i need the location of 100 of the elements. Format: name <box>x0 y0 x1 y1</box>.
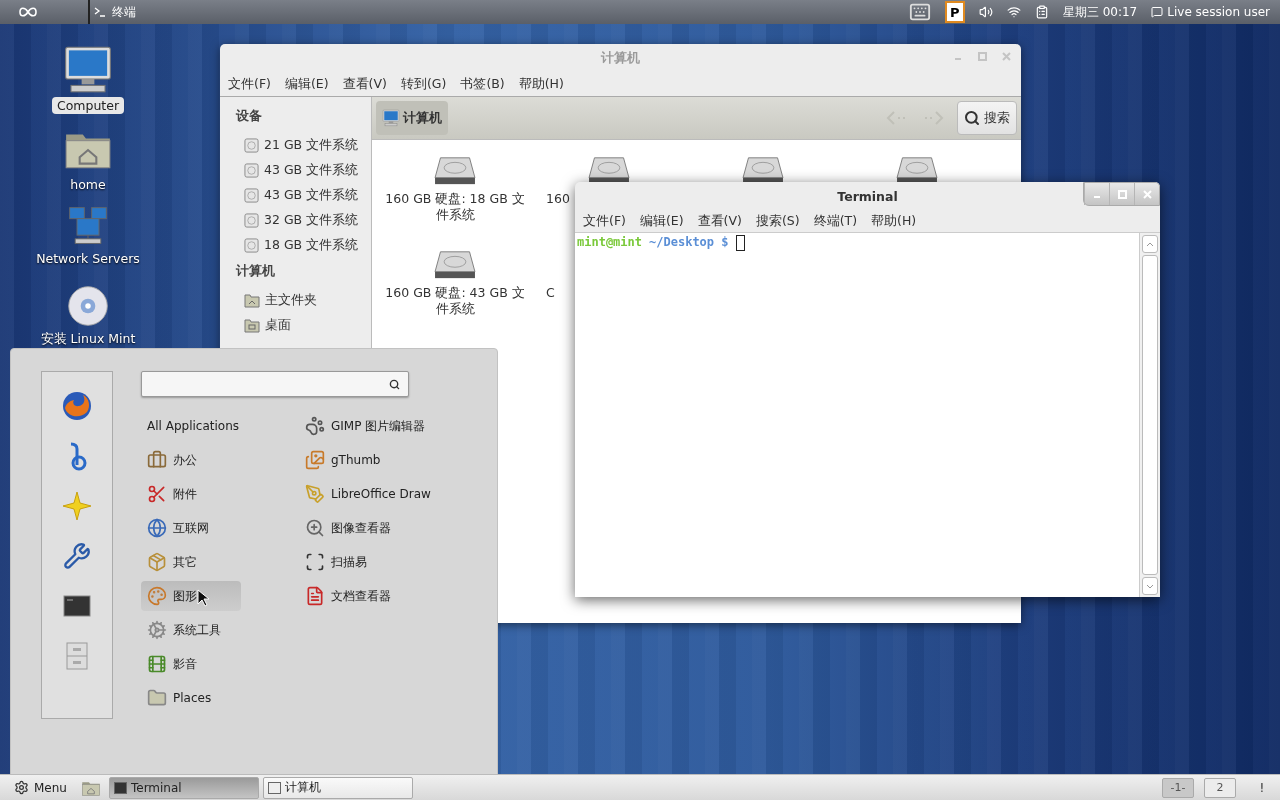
sidebar-item[interactable]: 主文件夹 <box>236 288 371 313</box>
maximize-icon <box>1117 189 1127 199</box>
drive-label[interactable]: 160 <box>546 191 570 208</box>
notification-indicator[interactable]: ! <box>1250 780 1274 795</box>
workspace-button[interactable]: -1- <box>1162 777 1194 798</box>
sidebar-item[interactable]: 43 GB 文件系统 <box>236 158 371 183</box>
category-item[interactable]: 办公 <box>141 445 241 475</box>
drive-icon <box>244 163 259 178</box>
window-icon <box>113 781 127 794</box>
desktop-icon-label[interactable]: Computer <box>51 97 125 114</box>
menu-item[interactable]: 文件(F) <box>222 73 277 95</box>
globe-fox-icon <box>61 390 93 422</box>
app-item[interactable]: 图像查看器 <box>305 513 431 543</box>
category-item[interactable]: 影音 <box>141 649 241 679</box>
scanner-icon <box>305 552 325 572</box>
wifi-icon[interactable] <box>1006 5 1021 19</box>
gear-icon <box>14 780 29 795</box>
close-icon <box>1001 51 1011 61</box>
indicator-badge[interactable]: P <box>944 1 965 23</box>
sidebar-item-label: 32 GB 文件系统 <box>264 212 359 229</box>
disc-icon <box>66 284 110 328</box>
hard-drive-icon <box>433 156 477 186</box>
window-title: Terminal <box>837 188 898 204</box>
close-icon <box>1142 189 1152 199</box>
menu-item[interactable]: 编辑(E) <box>633 210 690 232</box>
window-icon <box>267 781 281 794</box>
desktop-icon-label[interactable]: Network Servers <box>31 250 145 267</box>
menu-item[interactable]: 搜索(S) <box>749 210 806 232</box>
paw-icon <box>305 416 325 436</box>
drive-label[interactable]: C <box>546 285 555 301</box>
infinity-logo-icon[interactable] <box>18 6 38 18</box>
globe-icon <box>147 518 167 538</box>
clipboard-icon[interactable] <box>1034 5 1049 19</box>
sidebar-heading: 设备 <box>236 106 263 125</box>
category-item[interactable]: All Applications <box>141 411 241 441</box>
drive-icon <box>244 138 259 153</box>
app-item[interactable]: gThumb <box>305 445 431 475</box>
menu-item[interactable]: 书签(B) <box>454 73 511 95</box>
menu-button[interactable]: Menu <box>14 780 73 795</box>
palette-icon <box>147 586 167 606</box>
sidebar-item[interactable]: 18 GB 文件系统 <box>236 233 371 258</box>
user-name[interactable]: Live session user <box>1167 5 1270 19</box>
taskbar-task[interactable]: 计算机 <box>262 776 413 799</box>
menu-item[interactable]: 编辑(E) <box>278 73 335 95</box>
sidebar-item-label: 43 GB 文件系统 <box>264 187 359 204</box>
chat-icon <box>1151 6 1164 18</box>
workspace-button[interactable]: 2 <box>1204 777 1236 798</box>
window-title: 计算机 <box>601 49 640 67</box>
app-item[interactable]: LibreOffice Draw <box>305 479 431 509</box>
menu-item[interactable]: 查看(V) <box>691 210 748 232</box>
text-cursor <box>735 235 745 251</box>
briefcase-icon <box>147 450 167 470</box>
scissors-icon <box>147 484 167 504</box>
category-item[interactable]: 其它 <box>141 547 241 577</box>
terminal-icon <box>63 595 91 617</box>
panel-task-button[interactable]: 终端 <box>88 0 140 24</box>
menu-item[interactable]: 转到(G) <box>394 73 453 95</box>
taskbar-task[interactable]: Terminal <box>108 776 259 799</box>
app-item[interactable]: 文档查看器 <box>305 581 431 611</box>
sidebar-item[interactable]: 21 GB 文件系统 <box>236 133 371 158</box>
category-item[interactable]: 附件 <box>141 479 241 509</box>
package-icon <box>147 552 167 572</box>
sidebar-item[interactable]: 43 GB 文件系统 <box>236 183 371 208</box>
menu-item[interactable]: 终端(T) <box>807 210 863 232</box>
desktop-icon-label[interactable]: 安装 Linux Mint <box>35 330 141 349</box>
category-item[interactable]: Places <box>141 683 241 713</box>
category-item[interactable]: 互联网 <box>141 513 241 543</box>
category-item[interactable]: 图形 <box>141 581 241 611</box>
scrollbar[interactable] <box>1139 233 1160 597</box>
chevron-down-icon <box>1146 583 1154 589</box>
search-field[interactable] <box>141 371 409 397</box>
menu-item[interactable]: 帮助(H) <box>865 210 923 232</box>
drive-icon <box>244 188 259 203</box>
drive-icon <box>244 238 259 253</box>
prompt-path: ~/Desktop $ <box>649 235 729 249</box>
sidebar-item[interactable]: 桌面 <box>236 313 371 338</box>
app-item[interactable]: GIMP 图片编辑器 <box>305 411 431 441</box>
drive-label[interactable]: 160 GB 硬盘: 43 GB 文件系统 <box>385 285 525 318</box>
sidebar-item[interactable]: 32 GB 文件系统 <box>236 208 371 233</box>
menu-item[interactable]: 文件(F) <box>577 210 632 232</box>
sidebar-item-label: 18 GB 文件系统 <box>264 237 359 254</box>
prompt-user: mint@mint <box>577 235 643 249</box>
images-icon <box>305 450 325 470</box>
chevron-up-icon <box>1146 241 1154 247</box>
menu-item[interactable]: 查看(V) <box>336 73 393 95</box>
clock[interactable]: 星期三 00:17 <box>1062 3 1138 21</box>
drive-label[interactable]: 160 GB 硬盘: 18 GB 文件系统 <box>385 191 525 224</box>
category-item[interactable]: 系统工具 <box>141 615 241 645</box>
keyboard-icon[interactable] <box>908 1 931 23</box>
search-icon <box>964 110 980 126</box>
app-item[interactable]: 扫描易 <box>305 547 431 577</box>
volume-icon[interactable] <box>978 5 993 19</box>
menu-item[interactable]: 帮助(H) <box>512 73 570 95</box>
terminal-icon <box>94 6 106 18</box>
desktop-icon-label[interactable]: home <box>65 176 111 193</box>
search-button[interactable]: 搜索 <box>957 101 1017 135</box>
location-button[interactable]: 计算机 <box>376 101 448 135</box>
sidebar-item-label: 21 GB 文件系统 <box>264 137 359 154</box>
wrench-icon <box>63 542 91 570</box>
drive-icon <box>244 213 259 228</box>
